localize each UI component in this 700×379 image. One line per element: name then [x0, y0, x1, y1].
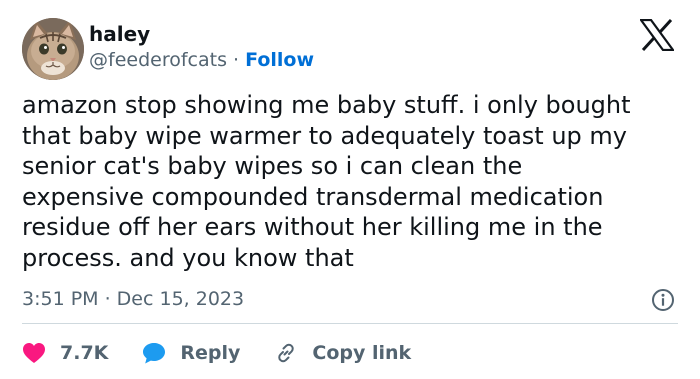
- follow-button[interactable]: Follow: [245, 49, 314, 71]
- avatar[interactable]: [22, 18, 84, 80]
- cat-photo-icon: [22, 18, 84, 80]
- x-logo-icon[interactable]: [640, 19, 674, 51]
- divider: [22, 323, 678, 324]
- info-icon[interactable]: [651, 288, 675, 312]
- author-handle[interactable]: @feederofcats: [89, 49, 227, 71]
- tweet-timestamp[interactable]: 3:51 PM · Dec 15, 2023: [22, 287, 244, 311]
- heart-icon: [23, 343, 45, 363]
- author-name[interactable]: haley: [89, 22, 150, 46]
- like-count: 7.7K: [60, 342, 109, 364]
- reply-button[interactable]: Reply: [142, 342, 240, 364]
- action-bar: 7.7K Reply Copy link: [22, 338, 445, 368]
- copy-link-button[interactable]: Copy link: [274, 341, 411, 365]
- author-handle-row: @feederofcats · Follow: [89, 48, 314, 72]
- copy-link-label: Copy link: [312, 342, 412, 364]
- reply-label: Reply: [180, 342, 241, 364]
- tweet-card: haley @feederofcats · Follow amazon stop…: [0, 0, 700, 379]
- tweet-text: amazon stop showing me baby stuff. i onl…: [22, 91, 631, 272]
- speech-bubble-icon: [143, 343, 166, 364]
- handle-separator: ·: [233, 49, 240, 71]
- link-icon: [278, 343, 295, 363]
- like-button[interactable]: 7.7K: [22, 342, 108, 364]
